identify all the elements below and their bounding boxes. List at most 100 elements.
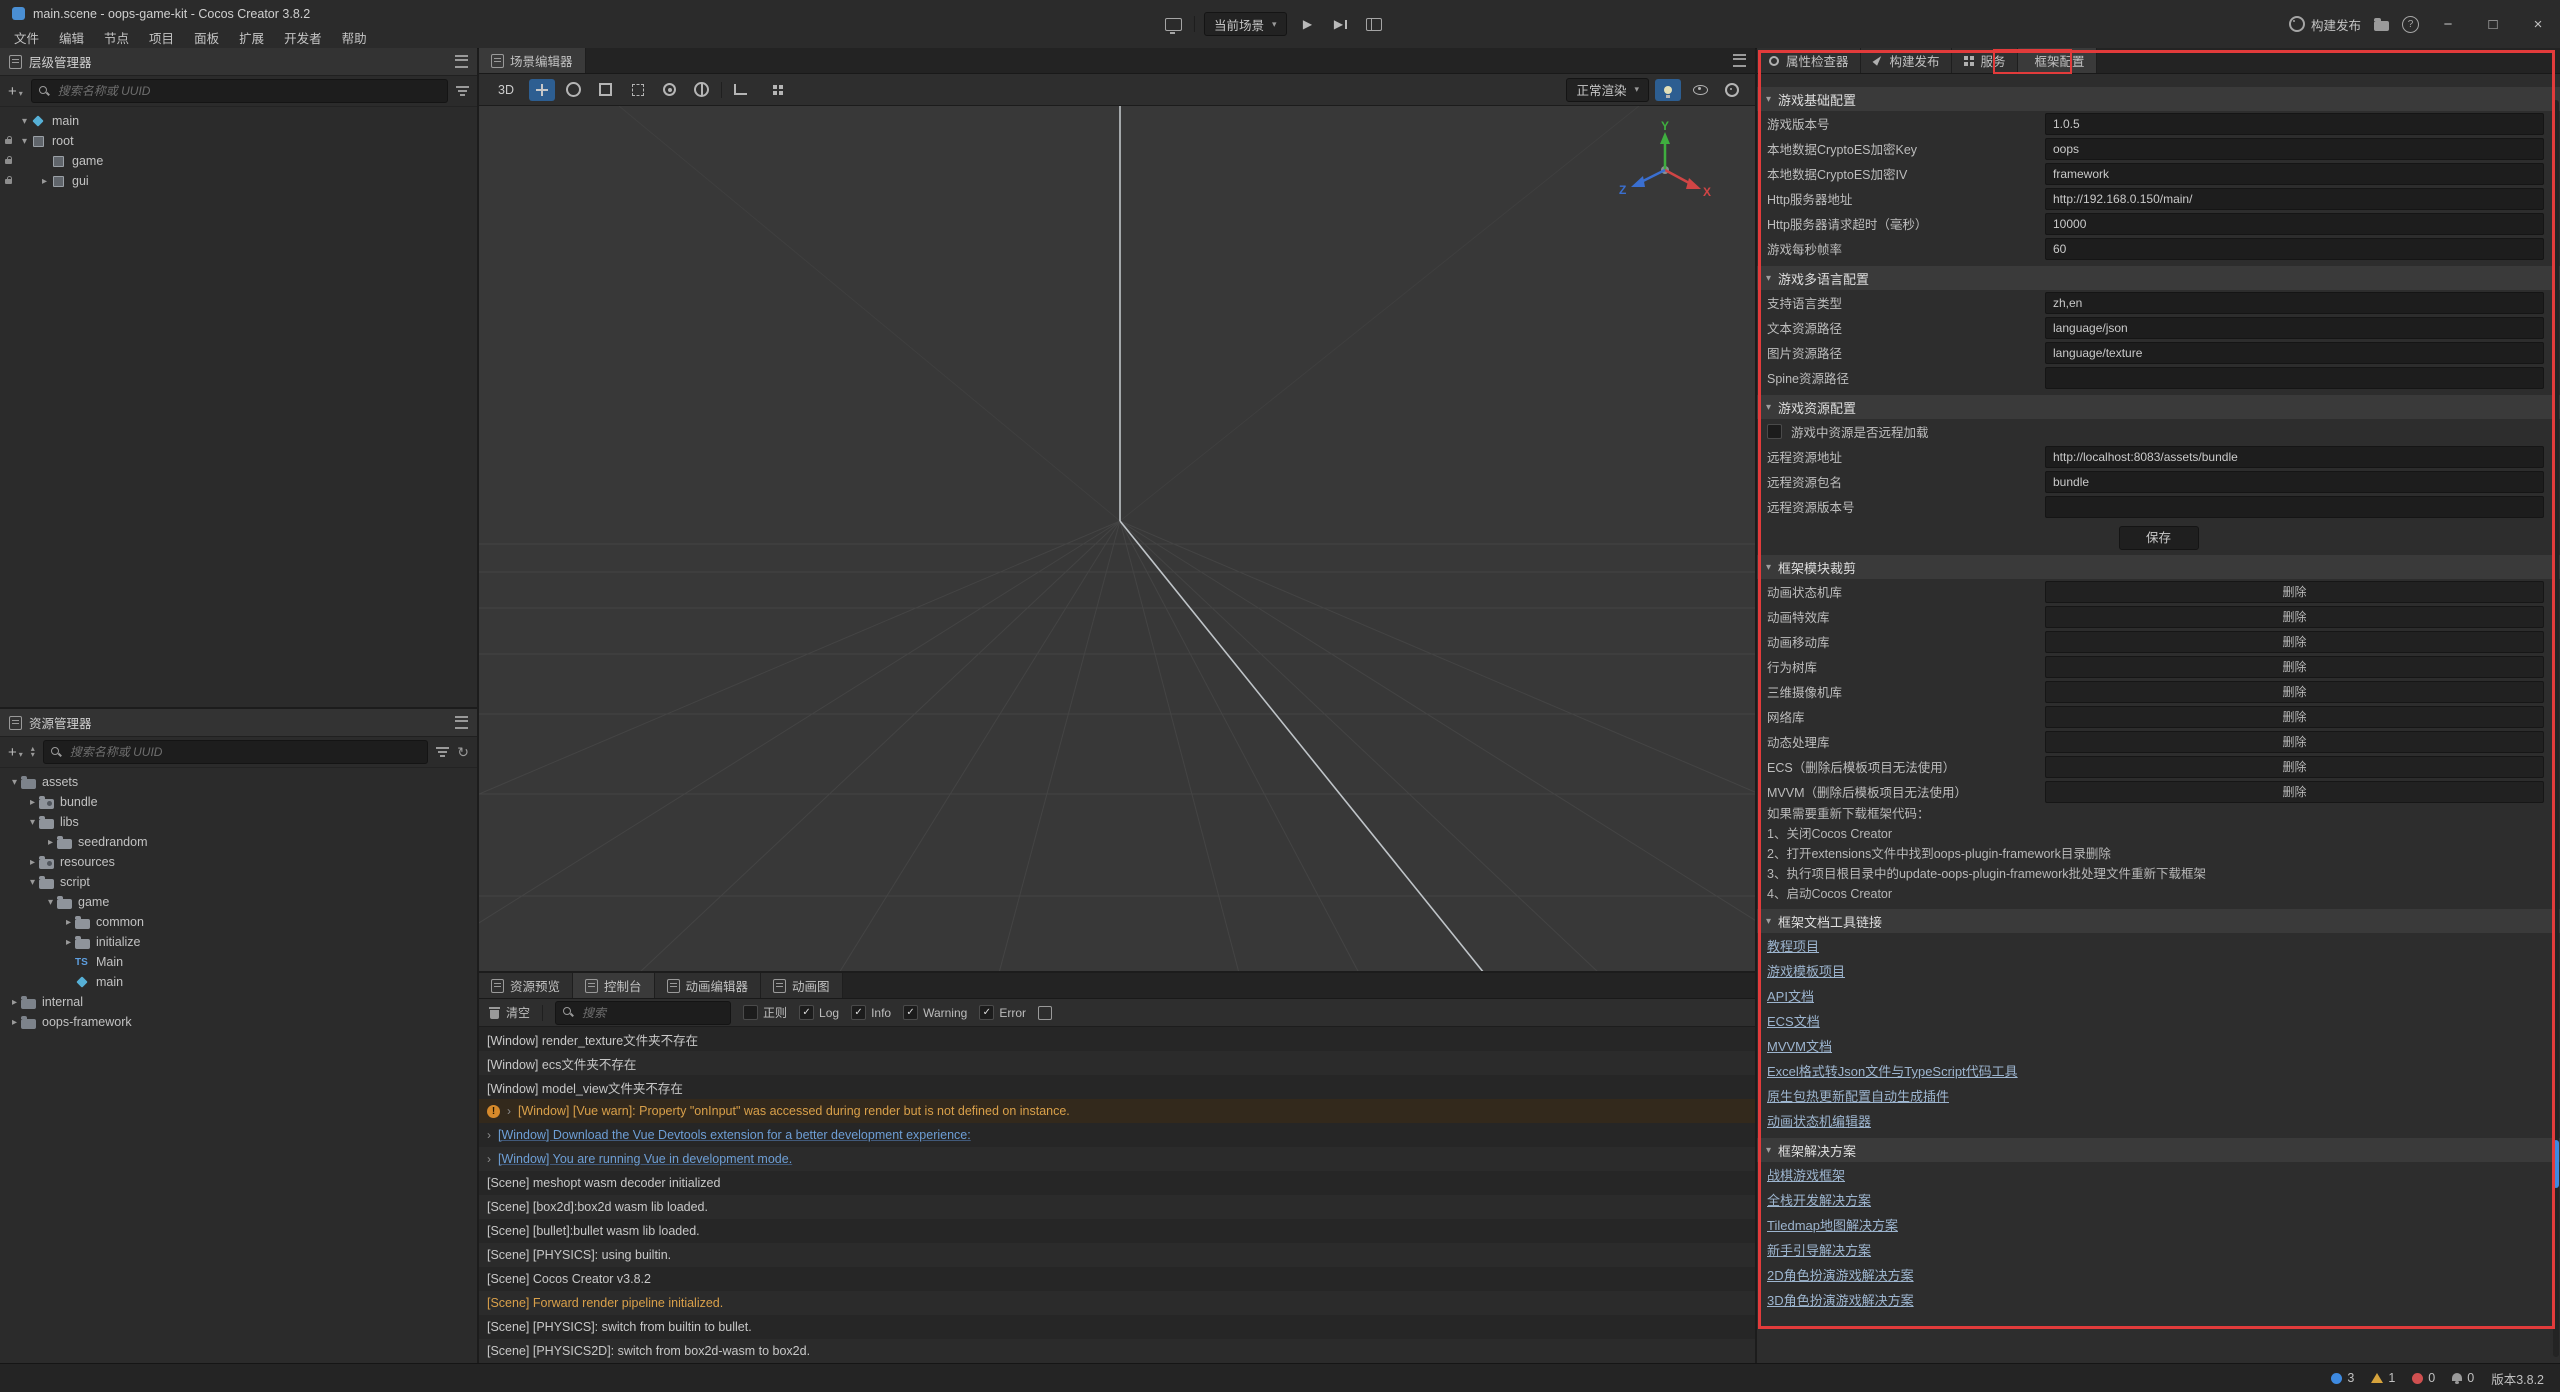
message-count[interactable]: 0: [2452, 1371, 2474, 1385]
delete-button[interactable]: 删除: [2045, 756, 2544, 778]
tree-arrow-icon[interactable]: [62, 937, 75, 948]
sort-icon[interactable]: ▴▾: [31, 746, 35, 759]
log-row[interactable]: ! › [Window] model_view文件夹不存在: [479, 1075, 1755, 1099]
menu-item[interactable]: 项目: [139, 28, 184, 47]
expand-arrow-icon[interactable]: ›: [487, 1128, 491, 1142]
field-input[interactable]: language/json: [2045, 317, 2544, 339]
asset-row[interactable]: seedrandom: [0, 832, 477, 852]
scene-settings-gear-icon[interactable]: [1719, 79, 1745, 101]
expand-arrow-icon[interactable]: ›: [507, 1104, 511, 1118]
panel-menu-icon[interactable]: [455, 55, 468, 68]
asset-row[interactable]: common: [0, 912, 477, 932]
warning-count[interactable]: 1: [2371, 1371, 2395, 1385]
field-input[interactable]: 1.0.5: [2045, 113, 2544, 135]
doc-link[interactable]: ECS文档: [1767, 1011, 1820, 1030]
doc-link[interactable]: 动画状态机编辑器: [1767, 1111, 1871, 1130]
field-input[interactable]: http://192.168.0.150/main/: [2045, 188, 2544, 210]
scene-select-dropdown[interactable]: 当前场景 ▾: [1204, 12, 1287, 36]
scene-light-toggle[interactable]: [1655, 79, 1681, 101]
tree-arrow-icon[interactable]: [8, 1017, 21, 1028]
tree-arrow-icon[interactable]: [38, 176, 51, 187]
tree-arrow-icon[interactable]: [26, 817, 39, 828]
view-options-button[interactable]: [1687, 79, 1713, 101]
inspector-tab[interactable]: 构建发布: [1861, 48, 1952, 73]
delete-button[interactable]: 删除: [2045, 581, 2544, 603]
section-header-docs[interactable]: ▾ 框架文档工具链接: [1757, 909, 2560, 933]
console-area-tab[interactable]: 动画图: [761, 973, 843, 998]
log-row[interactable]: ! › [Scene] [PHYSICS]: using builtin.: [479, 1243, 1755, 1267]
log-row[interactable]: ! › [Scene] [PHYSICS]: switch from built…: [479, 1315, 1755, 1339]
section-header-modules[interactable]: ▾ 框架模块裁剪: [1757, 555, 2560, 579]
field-input[interactable]: language/texture: [2045, 342, 2544, 364]
field-input[interactable]: 60: [2045, 238, 2544, 260]
build-publish-button[interactable]: 构建发布: [2289, 15, 2361, 34]
asset-row[interactable]: script: [0, 872, 477, 892]
delete-button[interactable]: 删除: [2045, 706, 2544, 728]
coordinate-toggle-button[interactable]: [689, 79, 715, 101]
asset-row[interactable]: initialize: [0, 932, 477, 952]
clear-console-button[interactable]: 清空: [489, 1004, 530, 1021]
doc-link[interactable]: Excel格式转Json文件与TypeScript代码工具: [1767, 1061, 2018, 1080]
preview-device-icon[interactable]: [1161, 13, 1185, 35]
tree-arrow-icon[interactable]: [26, 797, 39, 808]
menu-item[interactable]: 扩展: [229, 28, 274, 47]
menu-item[interactable]: 节点: [94, 28, 139, 47]
mode-3d-toggle[interactable]: 3D: [489, 83, 523, 97]
assets-search-input[interactable]: [68, 744, 420, 760]
menu-item[interactable]: 帮助: [332, 28, 377, 47]
field-input[interactable]: oops: [2045, 138, 2544, 160]
checkbox-icon[interactable]: [1767, 424, 1782, 439]
solution-link[interactable]: 战棋游戏框架: [1767, 1165, 1845, 1184]
log-row[interactable]: ! › [Scene] [PHYSICS2D]: switch from box…: [479, 1339, 1755, 1363]
doc-link[interactable]: 原生包热更新配置自动生成插件: [1767, 1086, 1949, 1105]
solution-link[interactable]: 全栈开发解决方案: [1767, 1190, 1871, 1209]
log-filter-checkbox[interactable]: Info: [851, 1005, 891, 1020]
minimize-button[interactable]: −: [2432, 11, 2464, 37]
scale-gizmo-button[interactable]: [593, 79, 619, 101]
field-input[interactable]: zh,en: [2045, 292, 2544, 314]
hierarchy-node-row[interactable]: main: [0, 111, 477, 131]
delete-button[interactable]: 删除: [2045, 606, 2544, 628]
regex-checkbox[interactable]: 正则: [743, 1004, 787, 1021]
log-filter-checkbox[interactable]: Warning: [903, 1005, 967, 1020]
section-header-solutions[interactable]: ▾ 框架解决方案: [1757, 1138, 2560, 1162]
field-input[interactable]: [2045, 367, 2544, 389]
solution-link[interactable]: 3D角色扮演游戏解决方案: [1767, 1290, 1914, 1309]
console-search-input[interactable]: [580, 1005, 723, 1021]
hierarchy-search-input[interactable]: [56, 83, 440, 99]
asset-row[interactable]: libs: [0, 812, 477, 832]
menu-item[interactable]: 面板: [184, 28, 229, 47]
help-icon[interactable]: ?: [2402, 16, 2419, 33]
tree-arrow-icon[interactable]: [26, 877, 39, 888]
log-row[interactable]: ! › [Scene] [box2d]:box2d wasm lib loade…: [479, 1195, 1755, 1219]
lock-icon[interactable]: [5, 139, 12, 144]
inspector-tab[interactable]: 框架配置: [2018, 48, 2097, 73]
asset-row[interactable]: assets: [0, 772, 477, 792]
log-row[interactable]: ! › [Window] [Vue warn]: Property "onInp…: [479, 1099, 1755, 1123]
tree-arrow-icon[interactable]: [44, 837, 57, 848]
expand-arrow-icon[interactable]: ›: [487, 1152, 491, 1166]
menu-item[interactable]: 开发者: [274, 28, 332, 47]
hierarchy-search[interactable]: [31, 79, 448, 103]
menu-item[interactable]: 编辑: [49, 28, 94, 47]
delete-button[interactable]: 删除: [2045, 681, 2544, 703]
log-row[interactable]: ! › [Scene] Cocos Creator v3.8.2: [479, 1267, 1755, 1291]
rect-gizmo-button[interactable]: [625, 79, 651, 101]
play-button[interactable]: ▶: [1296, 13, 1320, 35]
snap-button[interactable]: [728, 79, 754, 101]
layout-icon[interactable]: [1362, 13, 1386, 35]
tree-arrow-icon[interactable]: [18, 136, 31, 147]
field-input[interactable]: [2045, 496, 2544, 518]
scrollbar-thumb[interactable]: [2553, 1140, 2559, 1188]
hierarchy-node-row[interactable]: game: [0, 151, 477, 171]
solution-link[interactable]: Tiledmap地图解决方案: [1767, 1215, 1898, 1234]
save-button[interactable]: 保存: [2119, 526, 2199, 550]
log-row[interactable]: ! › [Scene] [bullet]:bullet wasm lib loa…: [479, 1219, 1755, 1243]
tree-arrow-icon[interactable]: [62, 917, 75, 928]
field-input[interactable]: http://localhost:8083/assets/bundle: [2045, 446, 2544, 468]
log-count[interactable]: 3: [2331, 1371, 2354, 1385]
asset-row[interactable]: bundle: [0, 792, 477, 812]
doc-link[interactable]: 教程项目: [1767, 936, 1819, 955]
tree-arrow-icon[interactable]: [8, 997, 21, 1008]
create-asset-button[interactable]: +▾: [8, 744, 23, 761]
